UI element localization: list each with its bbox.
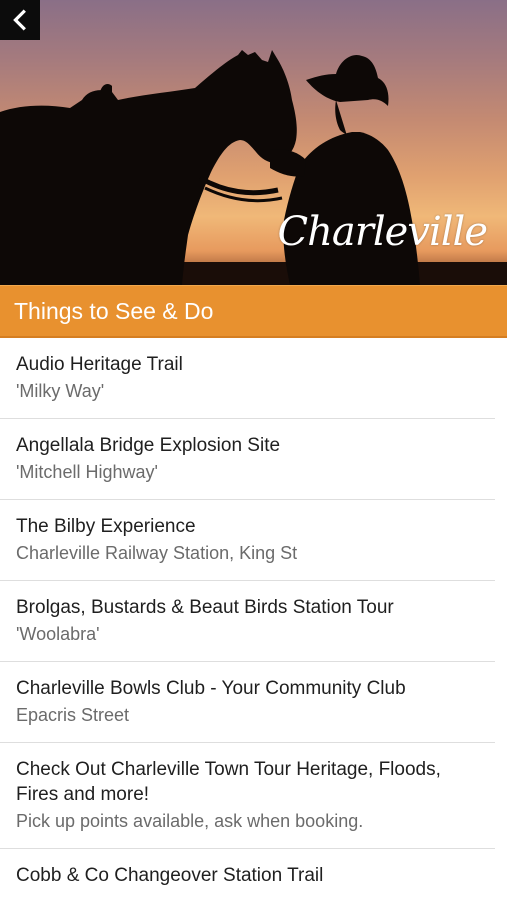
- list-item[interactable]: Brolgas, Bustards & Beaut Birds Station …: [0, 581, 495, 662]
- list-item-title: Brolgas, Bustards & Beaut Birds Station …: [16, 597, 394, 618]
- section-title: Things to See & Do: [14, 297, 214, 324]
- list-item-title: Audio Heritage Trail: [16, 354, 183, 375]
- charleville-logo: Charleville: [277, 209, 488, 255]
- chevron-left-icon: [13, 9, 26, 31]
- list-item[interactable]: Charleville Bowls Club - Your Community …: [0, 662, 495, 743]
- list-item[interactable]: Angellala Bridge Explosion Site 'Mitchel…: [0, 419, 495, 500]
- attractions-list: Audio Heritage Trail 'Milky Way' Angella…: [0, 338, 507, 900]
- app-screen: Charleville Things to See & Do Audio Her…: [0, 0, 507, 900]
- list-item[interactable]: Check Out Charleville Town Tour Heritage…: [0, 743, 495, 849]
- hero-banner: Charleville: [0, 0, 507, 285]
- list-item-title: Cobb & Co Changeover Station Trail: [16, 865, 324, 886]
- section-header: Things to See & Do: [0, 285, 507, 338]
- list-item-subtitle: Pick up points available, ask when booki…: [16, 811, 364, 831]
- list-item-title: Charleville Bowls Club - Your Community …: [16, 678, 406, 699]
- list-item-title: Check Out Charleville Town Tour Heritage…: [16, 759, 441, 805]
- list-item-subtitle: 'Woolabra': [16, 624, 100, 644]
- list-item-title: The Bilby Experience: [16, 516, 196, 537]
- list-item[interactable]: Audio Heritage Trail 'Milky Way': [0, 338, 495, 419]
- list-item-title: Angellala Bridge Explosion Site: [16, 435, 281, 456]
- list-item-subtitle: Epacris Street: [16, 705, 130, 725]
- list-item-subtitle: 'Mitchell Highway': [16, 462, 158, 482]
- list-item[interactable]: The Bilby Experience Charleville Railway…: [0, 500, 495, 581]
- list-item-subtitle: Charleville Railway Station, King St: [16, 543, 298, 563]
- list-item[interactable]: Cobb & Co Changeover Station Trail: [0, 849, 495, 900]
- back-button[interactable]: [0, 0, 40, 40]
- list-item-subtitle: 'Milky Way': [16, 381, 105, 401]
